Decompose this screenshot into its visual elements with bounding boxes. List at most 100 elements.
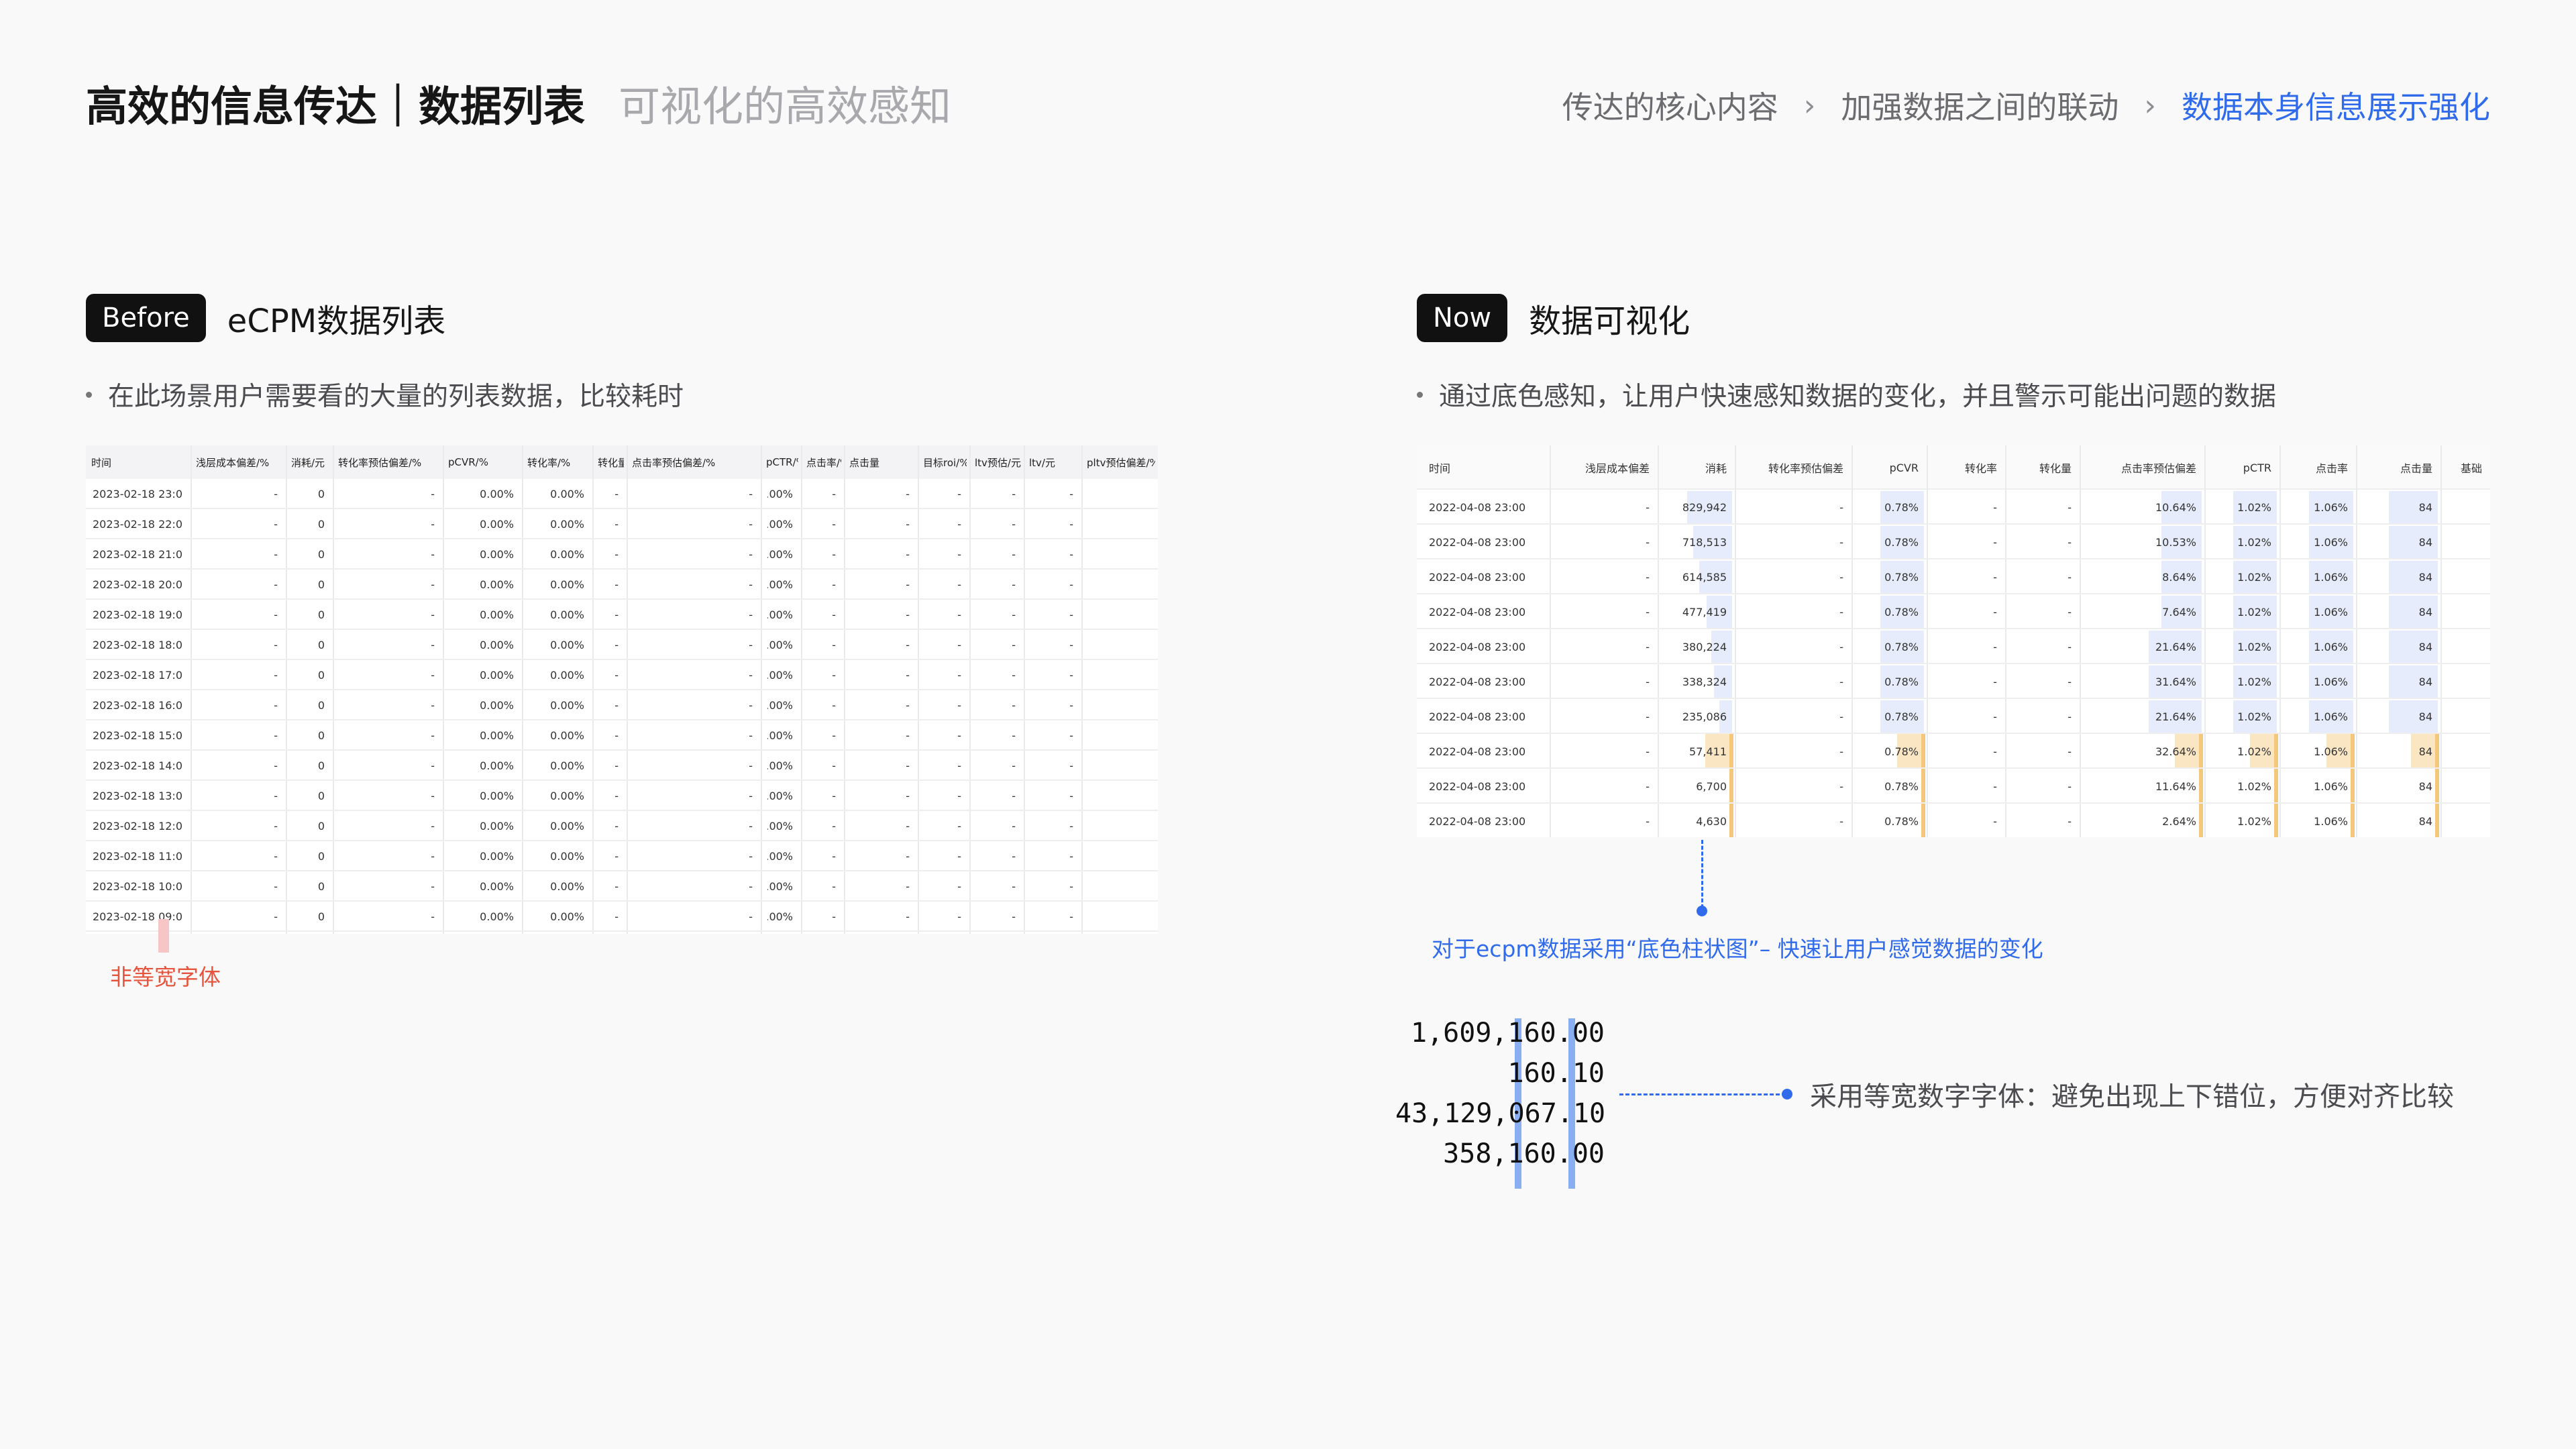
- table-cell: -: [957, 548, 961, 561]
- header: 高效的信息传达｜数据列表 可视化的高效感知: [86, 72, 951, 133]
- table-cell: -: [1839, 640, 1843, 653]
- table-cell: 0.00%: [767, 518, 793, 531]
- table-cell: 1.02%: [2237, 675, 2271, 688]
- table-cell: 0.00%: [550, 759, 584, 772]
- table-cell: 2023-02-18 17:00: [93, 669, 182, 682]
- table-cell: -: [1069, 820, 1073, 833]
- table-cell: -: [1012, 699, 1016, 712]
- table-cell: -: [431, 608, 435, 621]
- table-cell: 0.78%: [1884, 780, 1919, 793]
- table-cell: 0.00%: [550, 820, 584, 833]
- table-cell: 0.00%: [550, 880, 584, 893]
- page-title: 高效的信息传达｜数据列表: [86, 82, 586, 131]
- table-cell: -: [957, 790, 961, 802]
- warning-bar-edge: [2274, 734, 2278, 769]
- table-cell: -: [832, 850, 836, 863]
- table-cell: [2453, 664, 2482, 699]
- table-cell: -: [906, 699, 910, 712]
- demo-number: 160.10: [1507, 1058, 1605, 1089]
- warning-bar-edge: [1921, 769, 1925, 804]
- table-cell: -: [1839, 500, 1843, 514]
- column-divider: [2005, 445, 2006, 837]
- table-cell: -: [274, 669, 278, 682]
- table-cell: -: [957, 729, 961, 742]
- breadcrumb-item-linkage[interactable]: 加强数据之间的联动: [1841, 83, 2118, 127]
- column-divider: [1735, 445, 1736, 837]
- table-cell: 2022-04-08 23:00: [1429, 570, 1526, 584]
- table-cell: -: [906, 639, 910, 651]
- table-cell: 2023-02-18 20:00: [93, 578, 182, 591]
- table-cell: -: [1012, 488, 1016, 500]
- table-cell: -: [1993, 570, 1997, 584]
- warning-bar-edge: [1729, 804, 1733, 837]
- table-cell: -: [1646, 500, 1650, 514]
- table-cell: 0.00%: [480, 488, 514, 500]
- table-cell: -: [1839, 814, 1843, 828]
- warning-bar-edge: [2435, 804, 2439, 837]
- table-cell: -: [1993, 710, 1997, 723]
- table-cell: -: [614, 759, 619, 772]
- table-cell: 0: [317, 759, 325, 772]
- table-cell: -: [274, 729, 278, 742]
- table-cell: 0.00%: [767, 488, 793, 500]
- column-header: ltv/元: [1029, 456, 1055, 469]
- table-cell: -: [1069, 518, 1073, 531]
- table-cell: -: [1012, 578, 1016, 591]
- table-cell: 1.06%: [2314, 640, 2348, 653]
- table-cell: [1088, 690, 1150, 720]
- table-cell: [1088, 509, 1150, 539]
- table-cell: 10.64%: [2155, 500, 2196, 514]
- table-cell: -: [832, 699, 836, 712]
- table-cell: 84: [2418, 605, 2432, 619]
- table-cell: -: [749, 488, 753, 500]
- monospace-number-demo: 1,609,160.00 160.10 43,129,067.10 358,16…: [1395, 1013, 1605, 1189]
- table-cell: 0.00%: [550, 488, 584, 500]
- table-cell: 718,513: [1682, 535, 1727, 549]
- table-cell: 1.02%: [2237, 780, 2271, 793]
- breadcrumb-item-core[interactable]: 传达的核心内容: [1562, 83, 1778, 127]
- table-cell: 4,630: [1696, 814, 1727, 828]
- table-cell: 0.00%: [767, 608, 793, 621]
- column-header: 点击率/%: [806, 456, 841, 469]
- table-cell: 0.00%: [550, 548, 584, 561]
- table-cell: 0.00%: [767, 850, 793, 863]
- table-cell: 0: [317, 699, 325, 712]
- table-cell: -: [957, 669, 961, 682]
- table-cell: -: [1069, 548, 1073, 561]
- table-cell: 2023-02-18 19:00: [93, 608, 182, 621]
- table-cell: 614,585: [1682, 570, 1727, 584]
- column-header: 转化率/%: [527, 456, 571, 469]
- table-cell: 0.00%: [767, 910, 793, 923]
- table-cell: 0: [317, 518, 325, 531]
- table-cell: 0.00%: [767, 820, 793, 833]
- table-cell: -: [1646, 640, 1650, 653]
- table-cell: 84: [2418, 535, 2432, 549]
- table-cell: -: [431, 548, 435, 561]
- table-cell: -: [431, 518, 435, 531]
- table-cell: 11.64%: [2155, 780, 2196, 793]
- table-cell: -: [906, 518, 910, 531]
- table-cell: -: [2068, 500, 2072, 514]
- bullet-dot-icon: [86, 391, 92, 398]
- table-cell: -: [906, 578, 910, 591]
- table-cell: -: [906, 790, 910, 802]
- table-cell: -: [1012, 910, 1016, 923]
- table-cell: 2023-02-18 23:00: [93, 488, 182, 500]
- table-cell: [1088, 811, 1150, 841]
- table-cell: [1088, 902, 1150, 932]
- table-cell: 1.02%: [2237, 570, 2271, 584]
- breadcrumb-item-current[interactable]: 数据本身信息展示强化: [2182, 83, 2490, 127]
- table-cell: -: [614, 669, 619, 682]
- annotation-connector: [1701, 840, 1703, 908]
- table-cell: -: [431, 639, 435, 651]
- table-cell: 1.02%: [2237, 814, 2271, 828]
- table-cell: -: [274, 578, 278, 591]
- table-cell: 2023-02-18 15:00: [93, 729, 182, 742]
- annotation-dot: [1697, 906, 1707, 916]
- column-header: 转化率: [1964, 462, 1997, 475]
- table-cell: 0.78%: [1884, 640, 1919, 653]
- table-cell: -: [749, 518, 753, 531]
- table-cell: -: [906, 669, 910, 682]
- table-cell: -: [1069, 850, 1073, 863]
- table-cell: -: [1069, 790, 1073, 802]
